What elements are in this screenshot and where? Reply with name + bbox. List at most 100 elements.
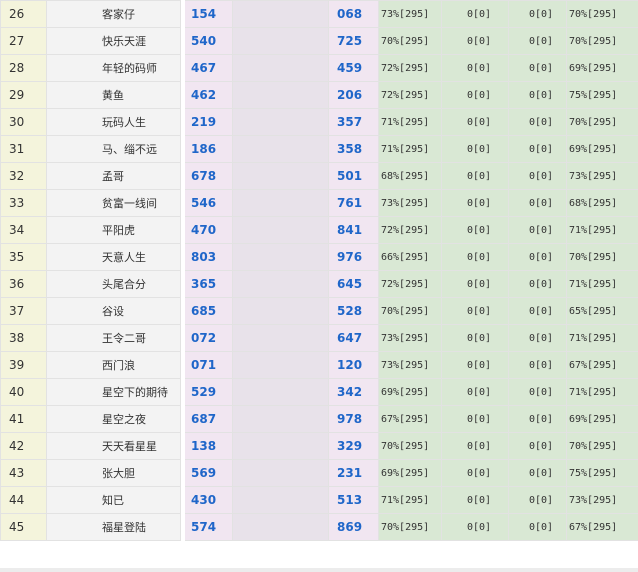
name-cell: 快乐天涯: [46, 27, 181, 55]
value1-cell: 569: [184, 459, 233, 487]
value1-cell: 430: [184, 486, 233, 514]
stat3-cell: 0[0]: [508, 243, 567, 271]
stat3-cell: 0[0]: [508, 324, 567, 352]
stat1-cell: 70%[295]: [378, 513, 442, 541]
rank-cell: 36: [0, 270, 47, 298]
table-row: 35 天意人生 803 976 66%[295] 0[0] 0[0] 70%[295]: [0, 243, 638, 271]
value2-cell: 869: [328, 513, 379, 541]
stat2-cell: 0[0]: [441, 108, 509, 136]
stat4-cell: 71%[295]: [566, 270, 638, 298]
name-cell: 玩码人生: [46, 108, 181, 136]
stat4-cell: 71%[295]: [566, 378, 638, 406]
table-row: 39 西门浪 071 120 73%[295] 0[0] 0[0] 67%[295]: [0, 351, 638, 379]
bottom-divider: [0, 568, 638, 572]
stat2-cell: 0[0]: [441, 324, 509, 352]
name-cell: 年轻的码师: [46, 54, 181, 82]
value1-cell: 546: [184, 189, 233, 217]
stat3-cell: 0[0]: [508, 513, 567, 541]
stat3-cell: 0[0]: [508, 378, 567, 406]
rank-cell: 28: [0, 54, 47, 82]
stat4-cell: 73%[295]: [566, 486, 638, 514]
value2-cell: 513: [328, 486, 379, 514]
rank-cell: 41: [0, 405, 47, 433]
ranking-rows: 26 客家仔 154 068 73%[295] 0[0] 0[0] 70%[295] 27 快乐天…: [0, 0, 638, 541]
table-row: 32 孟哥 678 501 68%[295] 0[0] 0[0] 73%[295]: [0, 162, 638, 190]
stat2-cell: 0[0]: [441, 189, 509, 217]
stat2-cell: 0[0]: [441, 405, 509, 433]
table-row: 26 客家仔 154 068 73%[295] 0[0] 0[0] 70%[295]: [0, 0, 638, 28]
value1-cell: 365: [184, 270, 233, 298]
stat4-cell: 75%[295]: [566, 459, 638, 487]
rank-cell: 33: [0, 189, 47, 217]
stat2-cell: 0[0]: [441, 351, 509, 379]
rank-cell: 38: [0, 324, 47, 352]
value2-cell: 725: [328, 27, 379, 55]
stat1-cell: 70%[295]: [378, 27, 442, 55]
value2-cell: 358: [328, 135, 379, 163]
table-row: 33 贫富一线间 546 761 73%[295] 0[0] 0[0] 68%[295]: [0, 189, 638, 217]
pink-spacer-cell: [232, 27, 329, 55]
stat2-cell: 0[0]: [441, 513, 509, 541]
value2-cell: 978: [328, 405, 379, 433]
stat3-cell: 0[0]: [508, 270, 567, 298]
pink-spacer-cell: [232, 81, 329, 109]
ranking-table: 26 客家仔 154 068 73%[295] 0[0] 0[0] 70%[295] 27 快乐天…: [0, 0, 638, 541]
stat3-cell: 0[0]: [508, 27, 567, 55]
value2-cell: 841: [328, 216, 379, 244]
stat4-cell: 73%[295]: [566, 162, 638, 190]
pink-spacer-cell: [232, 54, 329, 82]
stat4-cell: 71%[295]: [566, 324, 638, 352]
stat1-cell: 71%[295]: [378, 135, 442, 163]
stat3-cell: 0[0]: [508, 162, 567, 190]
rank-cell: 45: [0, 513, 47, 541]
value1-cell: 529: [184, 378, 233, 406]
stat4-cell: 67%[295]: [566, 513, 638, 541]
value2-cell: 329: [328, 432, 379, 460]
stat3-cell: 0[0]: [508, 0, 567, 28]
stat2-cell: 0[0]: [441, 162, 509, 190]
value2-cell: 501: [328, 162, 379, 190]
value1-cell: 219: [184, 108, 233, 136]
stat2-cell: 0[0]: [441, 243, 509, 271]
table-row: 37 谷设 685 528 70%[295] 0[0] 0[0] 65%[295]: [0, 297, 638, 325]
value2-cell: 459: [328, 54, 379, 82]
pink-spacer-cell: [232, 216, 329, 244]
name-cell: 马、缁不远: [46, 135, 181, 163]
rank-cell: 43: [0, 459, 47, 487]
stat1-cell: 70%[295]: [378, 432, 442, 460]
name-cell: 天天看星星: [46, 432, 181, 460]
stat2-cell: 0[0]: [441, 432, 509, 460]
stat4-cell: 69%[295]: [566, 135, 638, 163]
value2-cell: 761: [328, 189, 379, 217]
value2-cell: 206: [328, 81, 379, 109]
rank-cell: 40: [0, 378, 47, 406]
name-cell: 平阳虎: [46, 216, 181, 244]
value2-cell: 528: [328, 297, 379, 325]
table-row: 44 知已 430 513 71%[295] 0[0] 0[0] 73%[295]: [0, 486, 638, 514]
name-cell: 谷设: [46, 297, 181, 325]
value2-cell: 342: [328, 378, 379, 406]
table-row: 31 马、缁不远 186 358 71%[295] 0[0] 0[0] 69%[295]: [0, 135, 638, 163]
value1-cell: 467: [184, 54, 233, 82]
stat3-cell: 0[0]: [508, 405, 567, 433]
stat2-cell: 0[0]: [441, 297, 509, 325]
stat4-cell: 67%[295]: [566, 351, 638, 379]
pink-spacer-cell: [232, 243, 329, 271]
rank-cell: 32: [0, 162, 47, 190]
pink-spacer-cell: [232, 108, 329, 136]
name-cell: 王令二哥: [46, 324, 181, 352]
stat2-cell: 0[0]: [441, 459, 509, 487]
stat4-cell: 70%[295]: [566, 0, 638, 28]
name-cell: 头尾合分: [46, 270, 181, 298]
stat2-cell: 0[0]: [441, 135, 509, 163]
stat2-cell: 0[0]: [441, 0, 509, 28]
value2-cell: 120: [328, 351, 379, 379]
value1-cell: 574: [184, 513, 233, 541]
rank-cell: 29: [0, 81, 47, 109]
name-cell: 客家仔: [46, 0, 181, 28]
name-cell: 张大胆: [46, 459, 181, 487]
stat1-cell: 67%[295]: [378, 405, 442, 433]
name-cell: 贫富一线间: [46, 189, 181, 217]
value1-cell: 540: [184, 27, 233, 55]
stat2-cell: 0[0]: [441, 486, 509, 514]
